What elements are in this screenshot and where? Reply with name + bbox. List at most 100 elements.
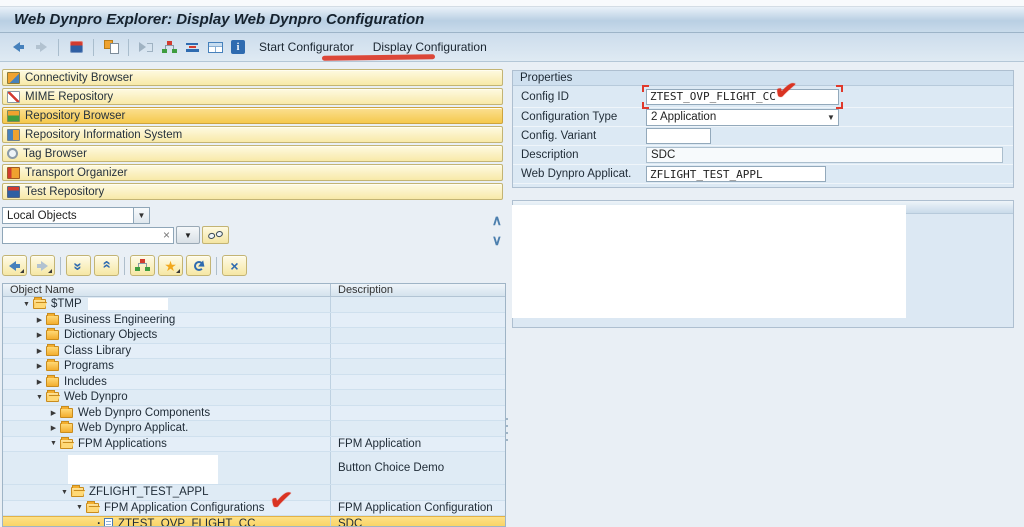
tree-forward-button[interactable] (30, 255, 55, 276)
config-variant-field[interactable] (646, 128, 711, 144)
toolbar-separator (216, 257, 217, 275)
browser-button-label: Tag Browser (23, 148, 87, 160)
red-corner-annotation (836, 85, 843, 92)
combo-arrow-icon[interactable]: ▼ (133, 208, 149, 223)
tree-row-label: Class Library (64, 345, 131, 357)
expander-closed-icon[interactable]: ▶ (34, 347, 45, 355)
expander-closed-icon[interactable]: ▶ (34, 331, 45, 339)
panel-splitter[interactable] (506, 418, 508, 446)
input-history-button[interactable]: ▼ (176, 226, 200, 244)
star-icon: ★ (164, 259, 177, 273)
refresh-button[interactable] (186, 255, 211, 276)
folder-icon (60, 423, 73, 433)
browser-button-repository-info[interactable]: Repository Information System (2, 126, 503, 143)
tree-row-description: Button Choice Demo (331, 452, 505, 484)
other-object-icon[interactable] (67, 38, 85, 56)
redaction-box (512, 205, 906, 318)
tree-row[interactable]: ▶ Programs (3, 359, 505, 375)
expander-closed-icon[interactable]: ▶ (48, 424, 59, 432)
folder-open-icon (60, 439, 73, 449)
hierarchy-icon[interactable] (160, 38, 178, 56)
expander-closed-icon[interactable]: ▶ (34, 378, 45, 386)
tree-row[interactable]: ▶ Class Library (3, 344, 505, 360)
tree-row[interactable]: ▼ FPM Application Configurations FPM App… (3, 501, 505, 517)
collapse-all-button[interactable]: » (94, 255, 119, 276)
close-tree-button[interactable]: × (222, 255, 247, 276)
table-view-icon[interactable] (206, 38, 224, 56)
browser-button-connectivity[interactable]: Connectivity Browser (2, 69, 503, 86)
expander-open-icon[interactable]: ▼ (48, 440, 59, 447)
tree-row[interactable]: ▶ Includes (3, 375, 505, 391)
browser-button-repository[interactable]: Repository Browser (2, 107, 503, 124)
browser-button-label: Test Repository (25, 186, 104, 198)
tree-row-redacted[interactable]: Button Choice Demo (3, 452, 505, 485)
back-icon[interactable] (9, 38, 27, 56)
tree-back-button[interactable] (2, 255, 27, 276)
tree-toolbar: » » ★ × (2, 255, 506, 276)
tree-row[interactable]: ▼ Web Dynpro (3, 390, 505, 406)
transport-organizer-icon (7, 167, 20, 179)
start-configurator-button[interactable]: Start Configurator (252, 38, 361, 56)
description-field[interactable]: SDC (646, 147, 1003, 163)
tree-row-description (331, 485, 505, 500)
scroll-down-icon[interactable]: ∨ (492, 235, 502, 246)
copy-icon[interactable] (102, 38, 120, 56)
browser-button-tag[interactable]: Tag Browser (2, 145, 503, 162)
web-dynpro-applicat-field[interactable] (646, 166, 826, 182)
folder-icon (60, 408, 73, 418)
repository-browser-icon (7, 110, 20, 122)
object-category-dropdown[interactable]: Local Objects ▼ (2, 207, 150, 224)
expander-open-icon[interactable]: ▼ (74, 504, 85, 511)
clear-input-icon[interactable]: × (163, 228, 170, 243)
browser-button-label: Repository Information System (25, 129, 182, 141)
tree-row[interactable]: ▶ Web Dynpro Components (3, 406, 505, 422)
close-icon: × (230, 258, 238, 274)
web-dynpro-explorer-window: Web Dynpro Explorer: Display Web Dynpro … (0, 0, 1024, 527)
tree-row[interactable]: ▼ $TMP (3, 297, 505, 313)
tree-row[interactable]: ▶ Web Dynpro Applicat. (3, 421, 505, 437)
browser-button-test[interactable]: Test Repository (2, 183, 503, 200)
tree-row-label: Business Engineering (64, 314, 175, 326)
tree-row[interactable]: ▼ ZFLIGHT_TEST_APPL (3, 485, 505, 501)
red-corner-annotation (836, 102, 843, 109)
double-chevron-down-icon: » (70, 262, 87, 268)
tree-row-label: FPM Applications (78, 438, 167, 450)
scroll-up-icon[interactable]: ∧ (492, 215, 502, 226)
config-id-field[interactable] (646, 89, 839, 105)
tree-row-description (331, 390, 505, 405)
column-header-description[interactable]: Description (331, 284, 505, 296)
info-icon[interactable]: i (229, 38, 247, 56)
left-panel: Connectivity Browser MIME Repository Rep… (2, 69, 506, 527)
expander-open-icon[interactable]: ▼ (59, 489, 70, 496)
expander-open-icon[interactable]: ▼ (21, 301, 32, 308)
goto-object-icon[interactable] (137, 38, 155, 56)
browser-button-label: MIME Repository (25, 91, 113, 103)
folder-icon (46, 346, 59, 356)
browser-button-mime[interactable]: MIME Repository (2, 88, 503, 105)
display-levels-icon[interactable] (183, 38, 201, 56)
tree-row[interactable]: ▶ Dictionary Objects (3, 328, 505, 344)
test-repository-icon (7, 186, 20, 198)
display-object-button[interactable] (202, 226, 229, 244)
double-chevron-up-icon: » (98, 262, 115, 268)
forward-icon[interactable] (32, 38, 50, 56)
expand-all-button[interactable]: » (66, 255, 91, 276)
tree-row-selected[interactable]: · ZTEST_OVP_FLIGHT_CC SDC (3, 516, 505, 527)
tree-row[interactable]: ▶ Business Engineering (3, 313, 505, 329)
tree-row[interactable]: ▼ FPM Applications FPM Application (3, 437, 505, 453)
favorites-button[interactable]: ★ (158, 255, 183, 276)
expander-open-icon[interactable]: ▼ (34, 394, 45, 401)
property-row: Web Dynpro Applicat. (513, 165, 1013, 184)
expander-closed-icon[interactable]: ▶ (34, 316, 45, 324)
title-bar: Web Dynpro Explorer: Display Web Dynpro … (0, 7, 1024, 33)
tree-row-description (331, 375, 505, 390)
folder-open-icon (33, 299, 46, 309)
toolbar-separator (58, 39, 59, 56)
browser-button-transport[interactable]: Transport Organizer (2, 164, 503, 181)
configuration-type-dropdown[interactable]: 2 Application ▼ (646, 109, 839, 126)
object-name-input[interactable] (3, 228, 173, 243)
expander-closed-icon[interactable]: ▶ (48, 409, 59, 417)
column-header-object-name[interactable]: Object Name (3, 284, 331, 296)
add-hierarchy-button[interactable] (130, 255, 155, 276)
expander-closed-icon[interactable]: ▶ (34, 362, 45, 370)
